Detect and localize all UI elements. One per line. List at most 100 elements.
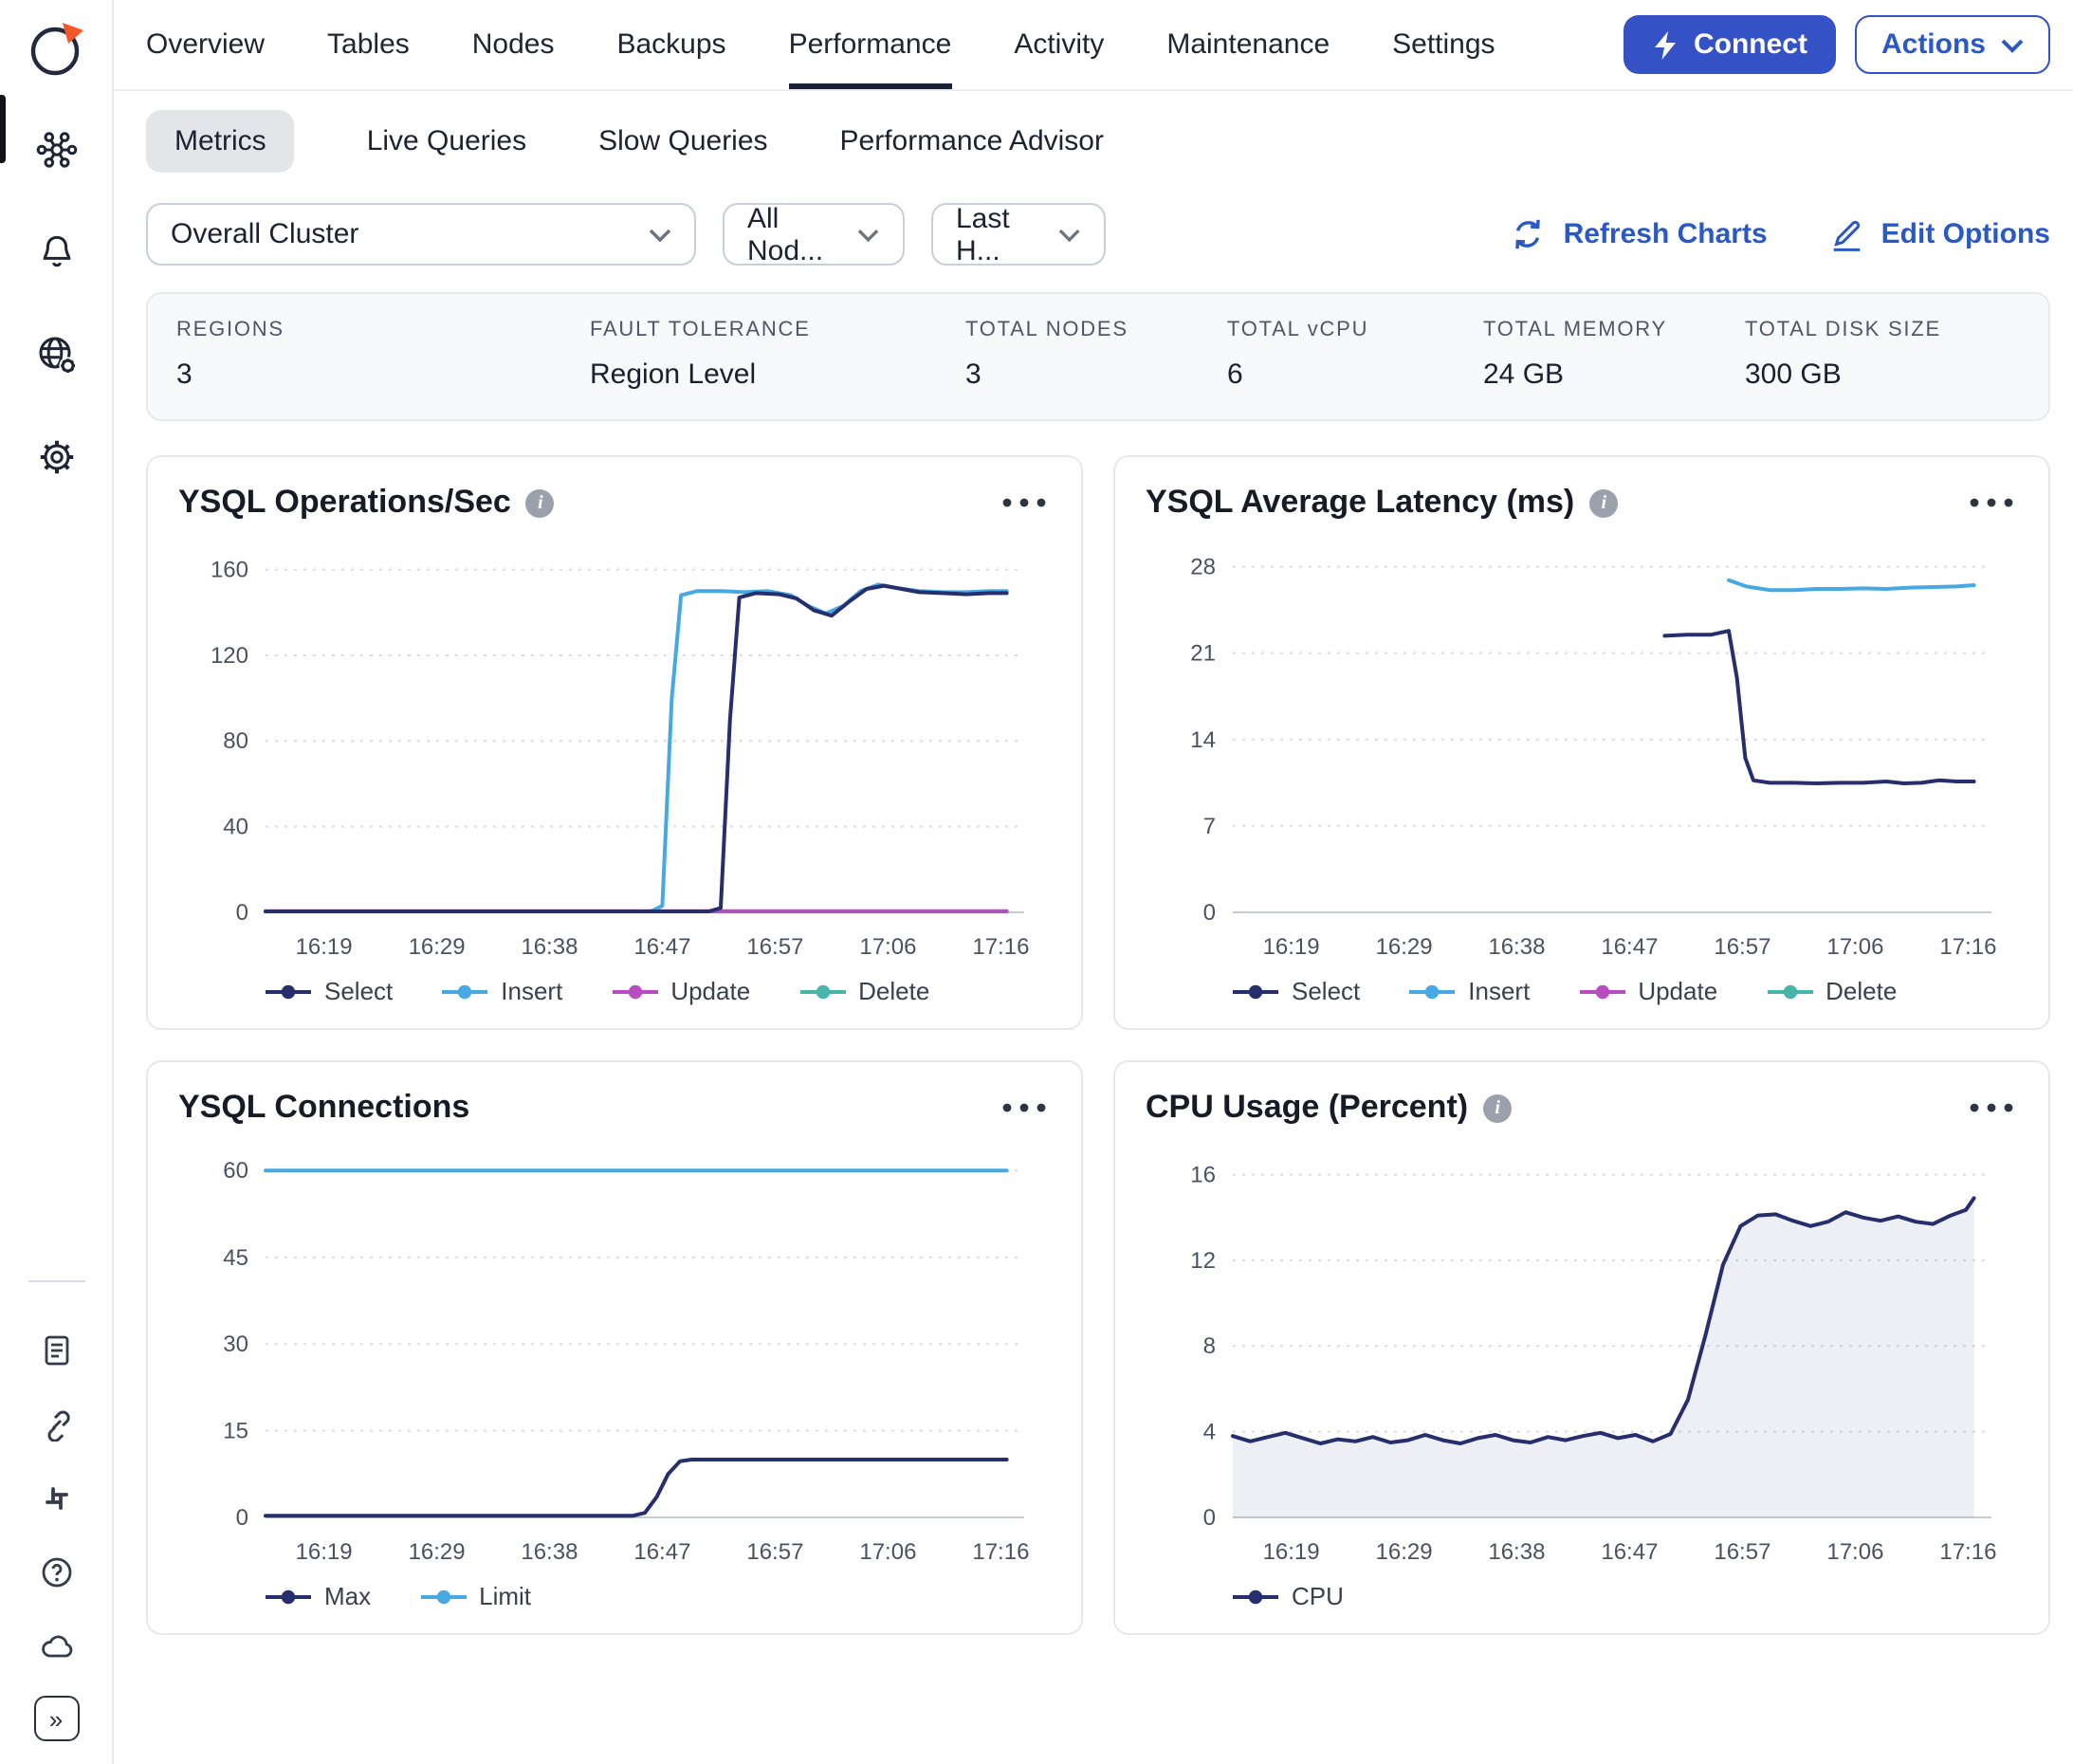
cluster-tab-bar: Overview Tables Nodes Backups Performanc…: [114, 0, 2073, 91]
summary-value: 300 GB: [1745, 358, 1941, 391]
svg-text:0: 0: [1203, 1505, 1216, 1531]
svg-text:16:29: 16:29: [1376, 1539, 1433, 1565]
legend-marker: [266, 982, 311, 1001]
tab-activity[interactable]: Activity: [1014, 0, 1104, 89]
chart-card-ysql-operations: YSQL Operations/Sec i 0408012016016:1916…: [146, 455, 1083, 1030]
refresh-charts-link[interactable]: Refresh Charts: [1511, 216, 1768, 252]
refresh-icon: [1511, 216, 1547, 252]
svg-text:160: 160: [211, 558, 248, 583]
chevron-down-icon: [858, 227, 880, 242]
legend-item[interactable]: Insert: [1409, 977, 1530, 1005]
chart-menu-button[interactable]: [1965, 1098, 2018, 1117]
tab-performance[interactable]: Performance: [789, 0, 952, 89]
nodes-select-value: All Nod...: [747, 202, 858, 266]
legend-item[interactable]: Select: [266, 977, 393, 1005]
cluster-select[interactable]: Overall Cluster: [146, 203, 696, 266]
edit-options-link[interactable]: Edit Options: [1828, 216, 2050, 252]
sidebar-item-settings[interactable]: [31, 432, 81, 482]
summary-regions: REGIONS 3: [176, 319, 590, 391]
yugabyte-logo[interactable]: [26, 19, 86, 80]
legend-item[interactable]: CPU: [1233, 1582, 1344, 1610]
legend-item[interactable]: Delete: [799, 977, 929, 1005]
svg-text:14: 14: [1190, 727, 1216, 753]
subtab-slow-queries[interactable]: Slow Queries: [598, 110, 767, 173]
tab-overview[interactable]: Overview: [146, 0, 265, 89]
tab-backups[interactable]: Backups: [616, 0, 725, 89]
svg-text:16:19: 16:19: [1263, 1539, 1320, 1565]
svg-text:16:57: 16:57: [1714, 1539, 1770, 1565]
svg-text:16:38: 16:38: [521, 934, 578, 960]
svg-text:45: 45: [223, 1245, 248, 1271]
svg-text:28: 28: [1190, 555, 1216, 580]
tab-nodes[interactable]: Nodes: [472, 0, 555, 89]
legend-item[interactable]: Select: [1233, 977, 1360, 1005]
connect-label: Connect: [1694, 28, 1807, 61]
legend-item[interactable]: Limit: [420, 1582, 531, 1610]
legend-marker: [1233, 982, 1278, 1001]
sidebar-item-cloud-status[interactable]: [31, 1622, 81, 1671]
legend-item[interactable]: Update: [612, 977, 750, 1005]
svg-text:30: 30: [223, 1332, 248, 1357]
ellipsis-icon: [1001, 497, 1047, 508]
info-icon[interactable]: i: [526, 488, 555, 517]
tab-tables[interactable]: Tables: [327, 0, 410, 89]
chart-menu-button[interactable]: [998, 1098, 1051, 1117]
sidebar-expand-button[interactable]: »: [33, 1696, 79, 1741]
sidebar-item-integrations[interactable]: [31, 1400, 81, 1449]
ysql-connections-chart: 01530456016:1916:2916:3816:4716:5717:061…: [178, 1134, 1047, 1571]
summary-value: 3: [176, 358, 590, 391]
metrics-content: Overall Cluster All Nod... Last H...: [114, 188, 2073, 1764]
sidebar-item-slack[interactable]: [31, 1474, 81, 1523]
ellipsis-icon: [1969, 1102, 2014, 1113]
svg-text:17:16: 17:16: [1939, 1539, 1996, 1565]
tab-settings[interactable]: Settings: [1392, 0, 1495, 89]
legend-label: Select: [324, 977, 393, 1005]
sidebar-item-alerts[interactable]: [31, 228, 81, 277]
time-range-select-value: Last H...: [956, 202, 1059, 266]
svg-text:17:06: 17:06: [859, 1539, 916, 1565]
cluster-summary: REGIONS 3 FAULT TOLERANCE Region Level T…: [146, 292, 2050, 421]
chart-legend: Max Limit: [178, 1571, 1051, 1618]
legend-item[interactable]: Delete: [1767, 977, 1897, 1005]
legend-marker: [1409, 982, 1455, 1001]
legend-item[interactable]: Max: [266, 1582, 371, 1610]
chart-card-ysql-connections: YSQL Connections 01530456016:1916:2916:3…: [146, 1060, 1083, 1635]
sidebar-item-docs[interactable]: [31, 1326, 81, 1375]
chevron-down-icon: [649, 227, 671, 242]
subtab-metrics[interactable]: Metrics: [146, 110, 295, 173]
legend-item[interactable]: Update: [1579, 977, 1717, 1005]
ysql-operations-chart: 0408012016016:1916:2916:3816:4716:5717:0…: [178, 529, 1047, 965]
chart-menu-button[interactable]: [1965, 493, 2018, 512]
sidebar-item-network-settings[interactable]: [31, 330, 81, 379]
sidebar-item-help[interactable]: [31, 1548, 81, 1597]
sidebar-item-clusters[interactable]: [31, 125, 81, 175]
summary-label: TOTAL NODES: [965, 319, 1227, 341]
svg-text:17:06: 17:06: [859, 934, 916, 960]
svg-text:16:38: 16:38: [521, 1539, 578, 1565]
nodes-select[interactable]: All Nod...: [723, 203, 905, 266]
svg-text:40: 40: [223, 815, 248, 840]
time-range-select[interactable]: Last H...: [931, 203, 1106, 266]
subtab-performance-advisor[interactable]: Performance Advisor: [840, 110, 1104, 173]
svg-text:16:29: 16:29: [409, 934, 466, 960]
chart-menu-button[interactable]: [998, 493, 1051, 512]
svg-text:15: 15: [223, 1419, 248, 1444]
legend-label: Limit: [479, 1582, 531, 1610]
svg-text:16:47: 16:47: [1601, 1539, 1658, 1565]
svg-text:0: 0: [1203, 900, 1216, 926]
subtab-live-queries[interactable]: Live Queries: [367, 110, 526, 173]
legend-item[interactable]: Insert: [442, 977, 562, 1005]
info-icon[interactable]: i: [1589, 488, 1618, 517]
actions-button[interactable]: Actions: [1855, 15, 2050, 74]
sidebar-nav: [31, 125, 81, 482]
slack-icon: [39, 1481, 73, 1516]
sidebar-bottom-nav: »: [28, 1280, 84, 1741]
info-icon[interactable]: i: [1483, 1093, 1512, 1122]
svg-text:16:57: 16:57: [746, 1539, 803, 1565]
sidebar-divider: [28, 1280, 84, 1282]
legend-marker: [1579, 982, 1624, 1001]
summary-value: Region Level: [590, 358, 965, 391]
connect-button[interactable]: Connect: [1624, 15, 1836, 74]
svg-text:16:47: 16:47: [633, 1539, 690, 1565]
tab-maintenance[interactable]: Maintenance: [1166, 0, 1330, 89]
